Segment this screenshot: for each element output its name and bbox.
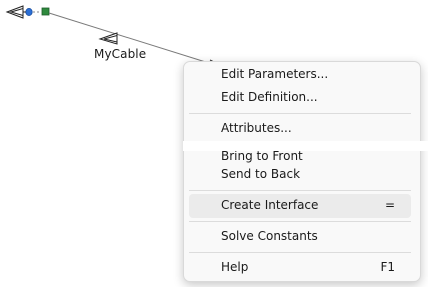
menu-item-create-interface[interactable]: Create Interface = [189,194,411,218]
menu-item-help[interactable]: Help F1 [189,256,411,280]
menu-separator [189,221,411,222]
menu-item-shortcut: = [384,198,395,212]
menu-item-label: Create Interface [221,198,319,212]
connection-node-icon[interactable] [41,7,50,16]
menu-item-edit-parameters[interactable]: Edit Parameters... [189,63,411,87]
menu-item-shortcut: F1 [380,260,395,274]
menu-item-label: Help [221,260,249,274]
cable-direction-icon [98,32,118,45]
menu-separator [189,252,411,253]
menu-separator [189,113,411,114]
menu-item-label: Edit Parameters... [221,67,329,81]
context-menu: Edit Parameters... Edit Definition... At… [183,61,421,282]
menu-item-label: Attributes... [221,121,292,135]
menu-item-send-to-back[interactable]: Send to Back [189,163,411,187]
menu-item-edit-definition[interactable]: Edit Definition... [189,86,411,110]
menu-item-attributes[interactable]: Attributes... [189,117,411,141]
cable-name-label[interactable]: MyCable [94,47,146,61]
render-gap [183,141,428,151]
menu-item-label: Bring to Front [221,149,303,163]
menu-item-solve-constants[interactable]: Solve Constants [189,225,411,249]
menu-item-label: Edit Definition... [221,90,318,104]
source-port-icon[interactable] [5,5,41,19]
menu-separator [189,190,411,191]
menu-item-label: Solve Constants [221,229,318,243]
menu-item-label: Send to Back [221,167,301,181]
